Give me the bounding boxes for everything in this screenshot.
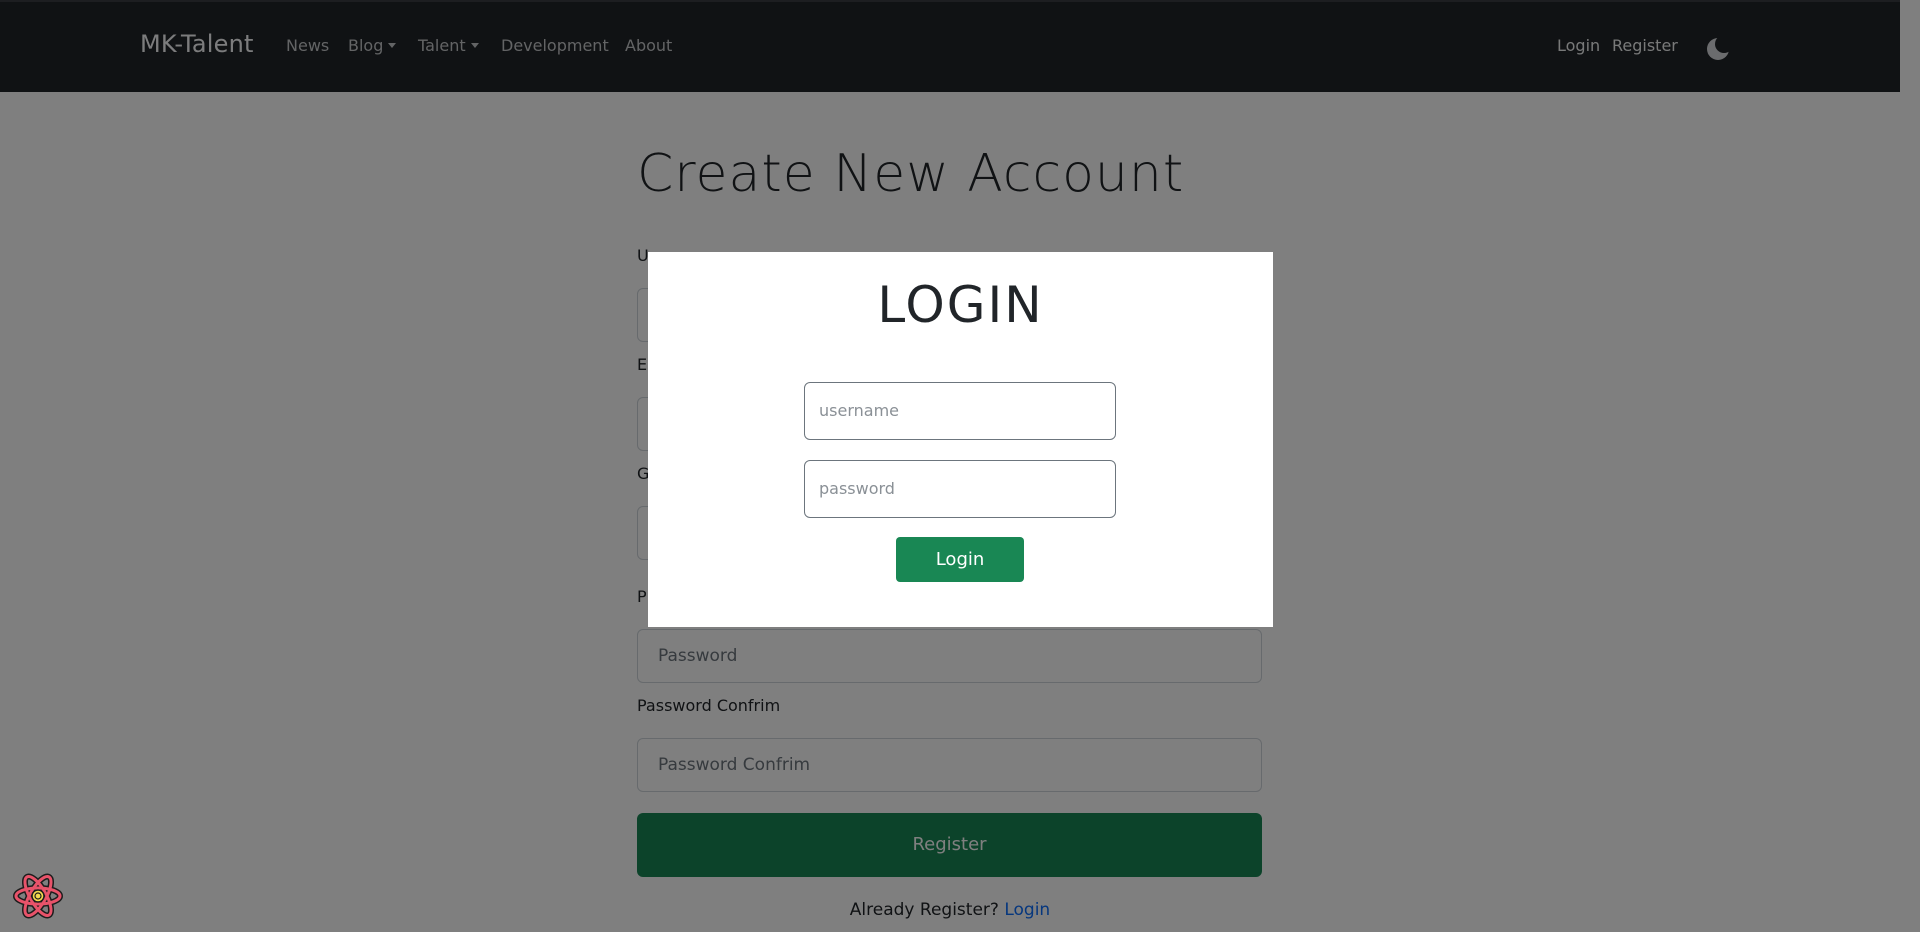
username-input[interactable]: username (804, 382, 1116, 440)
password-input-modal[interactable]: password (804, 460, 1116, 518)
login-modal: LOGIN username password Login (648, 252, 1273, 627)
modal-title: LOGIN (877, 276, 1044, 334)
login-button[interactable]: Login (896, 537, 1024, 582)
react-logo-icon[interactable] (12, 872, 64, 920)
